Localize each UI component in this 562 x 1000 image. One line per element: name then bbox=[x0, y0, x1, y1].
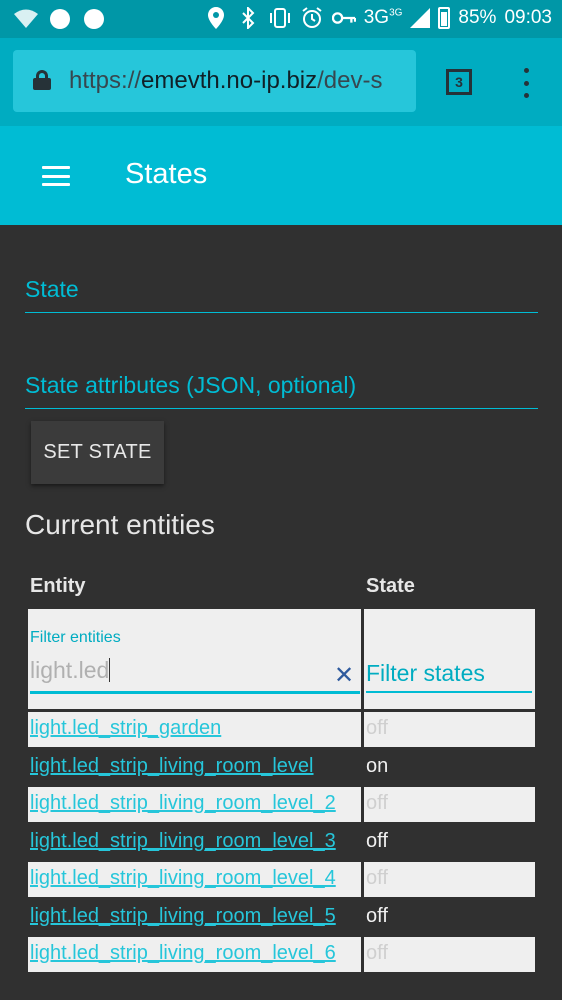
lock-icon bbox=[33, 70, 51, 90]
state-attributes-field[interactable]: State attributes (JSON, optional) bbox=[25, 372, 538, 409]
wifi-icon bbox=[14, 7, 38, 31]
table-row: light.led_strip_living_room_level on bbox=[28, 750, 535, 785]
filter-entities-underline bbox=[30, 691, 360, 694]
column-header-state: State bbox=[366, 575, 415, 597]
notification-app-icon-2 bbox=[82, 7, 106, 31]
browser-menu-icon[interactable] bbox=[518, 68, 534, 98]
filter-entities-input[interactable]: light.led bbox=[30, 657, 111, 684]
entity-link[interactable]: light.led_strip_living_room_level_3 bbox=[28, 825, 361, 860]
url-bar[interactable]: https://emevth.no-ip.biz/dev-s bbox=[13, 50, 416, 112]
url-text[interactable]: https://emevth.no-ip.biz/dev-s bbox=[69, 67, 383, 95]
entity-state: off bbox=[366, 905, 388, 927]
filter-states-input[interactable]: Filter states bbox=[366, 660, 485, 687]
browser-toolbar: https://emevth.no-ip.biz/dev-s 3 bbox=[0, 38, 562, 126]
status-bar: 3G3G 85% 09:03 bbox=[0, 0, 562, 38]
entity-state: off bbox=[364, 862, 535, 897]
entity-state: off bbox=[366, 830, 388, 852]
table-row: light.led_strip_living_room_level_5 off bbox=[28, 900, 535, 935]
network-type-sup: 3G bbox=[389, 7, 403, 19]
cell-signal-icon bbox=[410, 8, 431, 28]
entity-state: off bbox=[364, 787, 535, 822]
table-row: light.led_strip_living_room_level_6 off bbox=[28, 937, 535, 972]
filter-entities-cell: Filter entities light.led ✕ bbox=[28, 609, 361, 709]
status-right-icons: 3G3G 85% 09:03 bbox=[204, 6, 552, 30]
alarm-icon bbox=[300, 6, 324, 30]
app-header: States bbox=[0, 126, 562, 225]
entity-link[interactable]: light.led_strip_living_room_level_5 bbox=[28, 900, 361, 935]
location-icon bbox=[204, 6, 228, 30]
close-icon[interactable]: ✕ bbox=[334, 663, 354, 687]
table-row: light.led_strip_living_room_level_3 off bbox=[28, 825, 535, 860]
table-row: light.led_strip_living_room_level_2 off bbox=[28, 787, 535, 822]
battery-percent: 85% bbox=[458, 7, 497, 28]
entity-link[interactable]: light.led_strip_living_room_level_2 bbox=[28, 787, 361, 822]
url-scheme: https:// bbox=[69, 67, 142, 94]
entity-link[interactable]: light.led_strip_living_room_level_4 bbox=[28, 862, 361, 897]
filter-states-cell: Filter states bbox=[364, 609, 535, 709]
set-state-button[interactable]: SET STATE bbox=[31, 421, 164, 484]
entity-state: on bbox=[366, 755, 389, 777]
state-field-label: State bbox=[25, 276, 79, 302]
state-attributes-label: State attributes (JSON, optional) bbox=[25, 372, 357, 398]
filter-states-underline bbox=[366, 691, 532, 693]
entity-link[interactable]: light.led_strip_garden bbox=[28, 712, 361, 747]
url-path: /dev-s bbox=[317, 67, 383, 94]
entity-state: off bbox=[364, 937, 535, 972]
column-header-entity: Entity bbox=[30, 575, 86, 597]
current-entities-title: Current entities bbox=[25, 509, 215, 540]
bluetooth-icon bbox=[236, 6, 260, 30]
entity-state: off bbox=[364, 712, 535, 747]
table-row: light.led_strip_living_room_level_4 off bbox=[28, 862, 535, 897]
key-icon bbox=[331, 6, 356, 30]
menu-icon[interactable] bbox=[42, 166, 70, 186]
network-type: 3G3G bbox=[363, 7, 403, 28]
entity-link[interactable]: light.led_strip_living_room_level bbox=[28, 750, 361, 785]
notification-app-icon bbox=[48, 7, 72, 31]
page-title: States bbox=[125, 158, 208, 190]
url-host: emevth.no-ip.biz bbox=[141, 67, 318, 94]
filter-entities-caption: Filter entities bbox=[30, 629, 121, 646]
entity-link[interactable]: light.led_strip_living_room_level_6 bbox=[28, 937, 361, 972]
tab-switcher-button[interactable]: 3 bbox=[446, 69, 472, 95]
vibrate-icon bbox=[268, 6, 292, 30]
clock: 09:03 bbox=[504, 7, 552, 28]
filter-entities-value: light.led bbox=[30, 657, 110, 683]
battery-icon bbox=[438, 7, 451, 29]
table-row: light.led_strip_garden off bbox=[28, 712, 535, 747]
state-field[interactable]: State bbox=[25, 276, 538, 313]
status-left-icons bbox=[14, 7, 106, 31]
